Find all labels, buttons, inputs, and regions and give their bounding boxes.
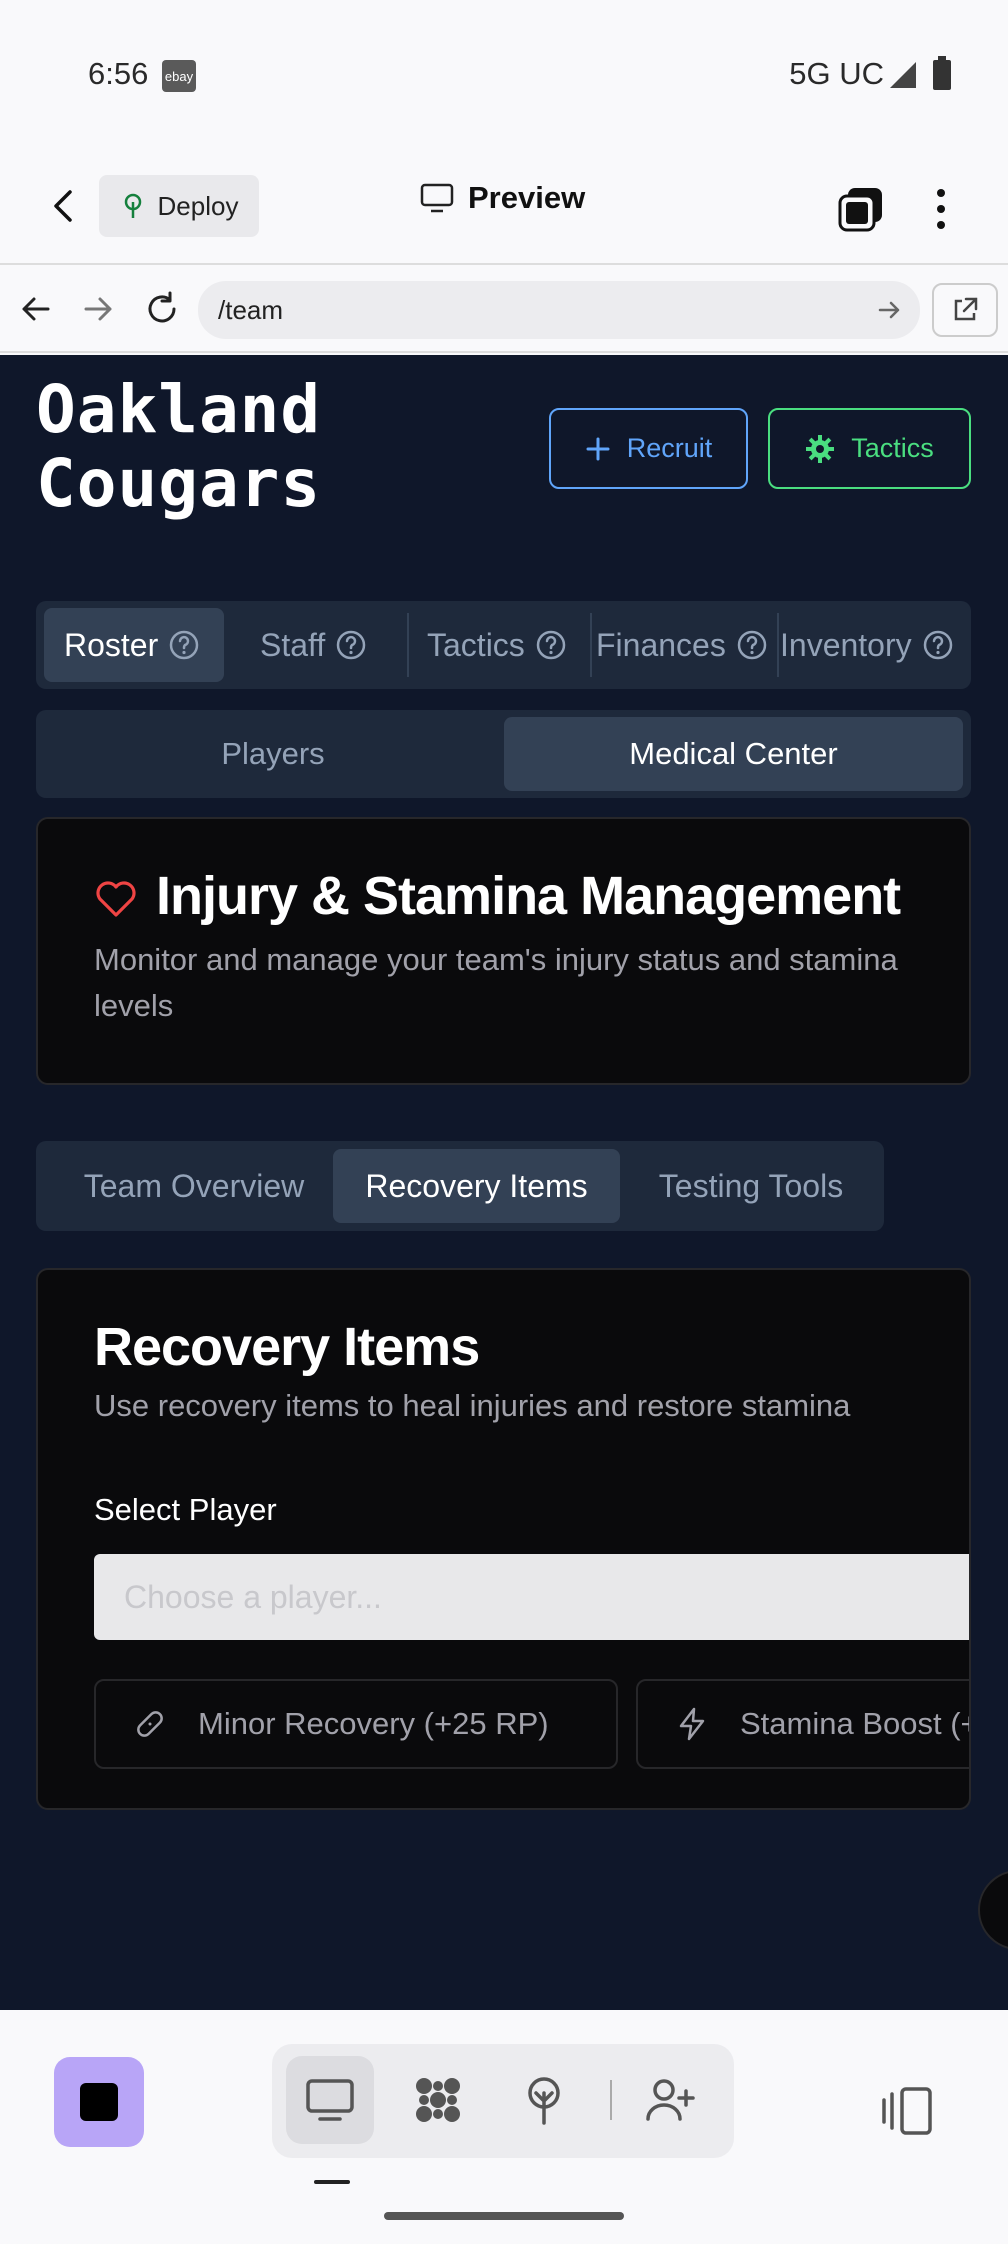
tactics-button[interactable]: Tactics — [768, 408, 971, 489]
tab-staff[interactable]: Staff — [260, 608, 367, 682]
team-name-line2: Cougars — [36, 445, 322, 522]
tab-recovery-items[interactable]: Recovery Items — [333, 1149, 620, 1223]
monitor-icon — [306, 2079, 354, 2121]
browser-forward-icon[interactable] — [78, 289, 118, 329]
tab-tactics[interactable]: Tactics — [427, 608, 567, 682]
stamina-boost-button[interactable]: Stamina Boost (+3 — [636, 1679, 971, 1769]
tabs-switcher-icon[interactable] — [838, 186, 884, 232]
status-time: 6:56 — [88, 56, 149, 91]
minor-recovery-label: Minor Recovery (+25 RP) — [198, 1706, 549, 1741]
go-arrow-icon[interactable] — [876, 297, 902, 323]
medical-tabs: Team Overview Recovery Items Testing Too… — [36, 1141, 884, 1231]
recovery-items-card: Recovery Items Use recovery items to hea… — [36, 1268, 971, 1810]
home-gesture-bar[interactable] — [384, 2212, 624, 2220]
more-options-icon[interactable] — [926, 186, 956, 232]
ebay-notification-icon: ebay — [162, 60, 196, 92]
bottom-dock — [272, 2044, 734, 2158]
tab-players[interactable]: Players — [44, 717, 502, 791]
tab-roster-label: Roster — [64, 626, 159, 663]
external-link-icon — [954, 297, 978, 321]
tab-divider — [777, 613, 779, 677]
gear-icon — [806, 434, 835, 463]
tab-tactics-label: Tactics — [427, 626, 525, 663]
deploy-button[interactable]: Deploy — [99, 175, 259, 237]
tab-divider — [590, 613, 592, 677]
recovery-title: Recovery Items — [94, 1317, 480, 1377]
preview-title[interactable]: Preview — [420, 180, 585, 216]
minor-recovery-button[interactable]: Minor Recovery (+25 RP) — [94, 1679, 618, 1769]
dock-deploy-button[interactable] — [500, 2056, 588, 2144]
tree-icon — [124, 193, 141, 218]
help-icon[interactable] — [922, 629, 954, 661]
deploy-label: Deploy — [157, 190, 239, 221]
roster-subtabs: Players Medical Center — [36, 710, 971, 798]
stop-button[interactable] — [54, 2057, 144, 2147]
help-icon[interactable] — [736, 629, 768, 661]
medical-title: Injury & Stamina Management — [156, 866, 901, 926]
tab-finances[interactable]: Finances — [596, 608, 768, 682]
back-icon[interactable] — [44, 186, 84, 226]
team-name-line1: Oakland — [36, 371, 322, 448]
main-tabs: Roster Staff Tactics Finances Inventory — [36, 601, 971, 689]
recruit-button[interactable]: Recruit — [549, 408, 748, 489]
dock-workspace-button[interactable] — [394, 2056, 482, 2144]
team-name: Oakland Cougars — [36, 373, 321, 521]
tab-team-overview[interactable]: Team Overview — [44, 1149, 344, 1223]
dock-preview-button[interactable] — [286, 2056, 374, 2144]
reload-icon[interactable] — [142, 289, 182, 329]
workspace-icon — [416, 2078, 460, 2122]
tab-inventory-label: Inventory — [780, 626, 912, 663]
floating-action-button[interactable] — [978, 1870, 1008, 1950]
heart-icon — [96, 881, 136, 917]
bandage-icon — [137, 1711, 163, 1737]
player-select[interactable]: Choose a player... — [94, 1554, 969, 1640]
stamina-boost-label: Stamina Boost (+3 — [740, 1706, 971, 1741]
deploy-tree-icon — [528, 2077, 560, 2125]
medical-description: Monitor and manage your team's injury st… — [94, 942, 898, 1023]
active-indicator — [314, 2180, 350, 2184]
preview-label: Preview — [468, 180, 586, 215]
bottom-app-bar — [0, 2010, 1008, 2244]
status-bar: 6:56 ebay 5G UC — [0, 0, 1008, 150]
tab-testing-tools[interactable]: Testing Tools — [626, 1149, 876, 1223]
signal-icon — [890, 62, 916, 88]
tactics-label: Tactics — [851, 433, 934, 463]
app-header: Deploy Preview — [0, 150, 1008, 265]
recovery-description: Use recovery items to heal injuries and … — [94, 1388, 851, 1423]
help-icon[interactable] — [535, 629, 567, 661]
add-user-icon — [646, 2079, 695, 2121]
monitor-icon — [420, 183, 454, 213]
url-text: /team — [218, 294, 284, 325]
team-page: Oakland Cougars Recruit Tactics Roster S… — [0, 355, 1008, 2010]
lightning-icon — [679, 1707, 705, 1741]
medical-header-card: Injury & Stamina Management Monitor and … — [36, 817, 971, 1085]
help-icon[interactable] — [335, 629, 367, 661]
browser-back-icon[interactable] — [16, 289, 56, 329]
url-input[interactable]: /team — [198, 281, 920, 339]
battery-icon — [933, 56, 951, 90]
split-view-icon[interactable] — [880, 2086, 936, 2136]
help-icon[interactable] — [168, 629, 200, 661]
recruit-label: Recruit — [626, 433, 713, 463]
url-bar: /team — [0, 267, 1008, 353]
tab-staff-label: Staff — [260, 626, 326, 663]
select-player-label: Select Player — [94, 1492, 277, 1527]
dock-divider — [610, 2080, 612, 2120]
tab-inventory[interactable]: Inventory — [780, 608, 954, 682]
tab-roster[interactable]: Roster — [44, 608, 224, 682]
plus-icon — [586, 437, 610, 460]
tab-medical-center[interactable]: Medical Center — [504, 717, 963, 791]
tab-divider — [407, 613, 409, 677]
tab-finances-label: Finances — [596, 626, 726, 663]
stop-icon — [80, 2083, 118, 2121]
dock-invite-button[interactable] — [626, 2056, 714, 2144]
network-label: 5G UC — [789, 56, 884, 91]
open-external-button[interactable] — [932, 283, 998, 337]
